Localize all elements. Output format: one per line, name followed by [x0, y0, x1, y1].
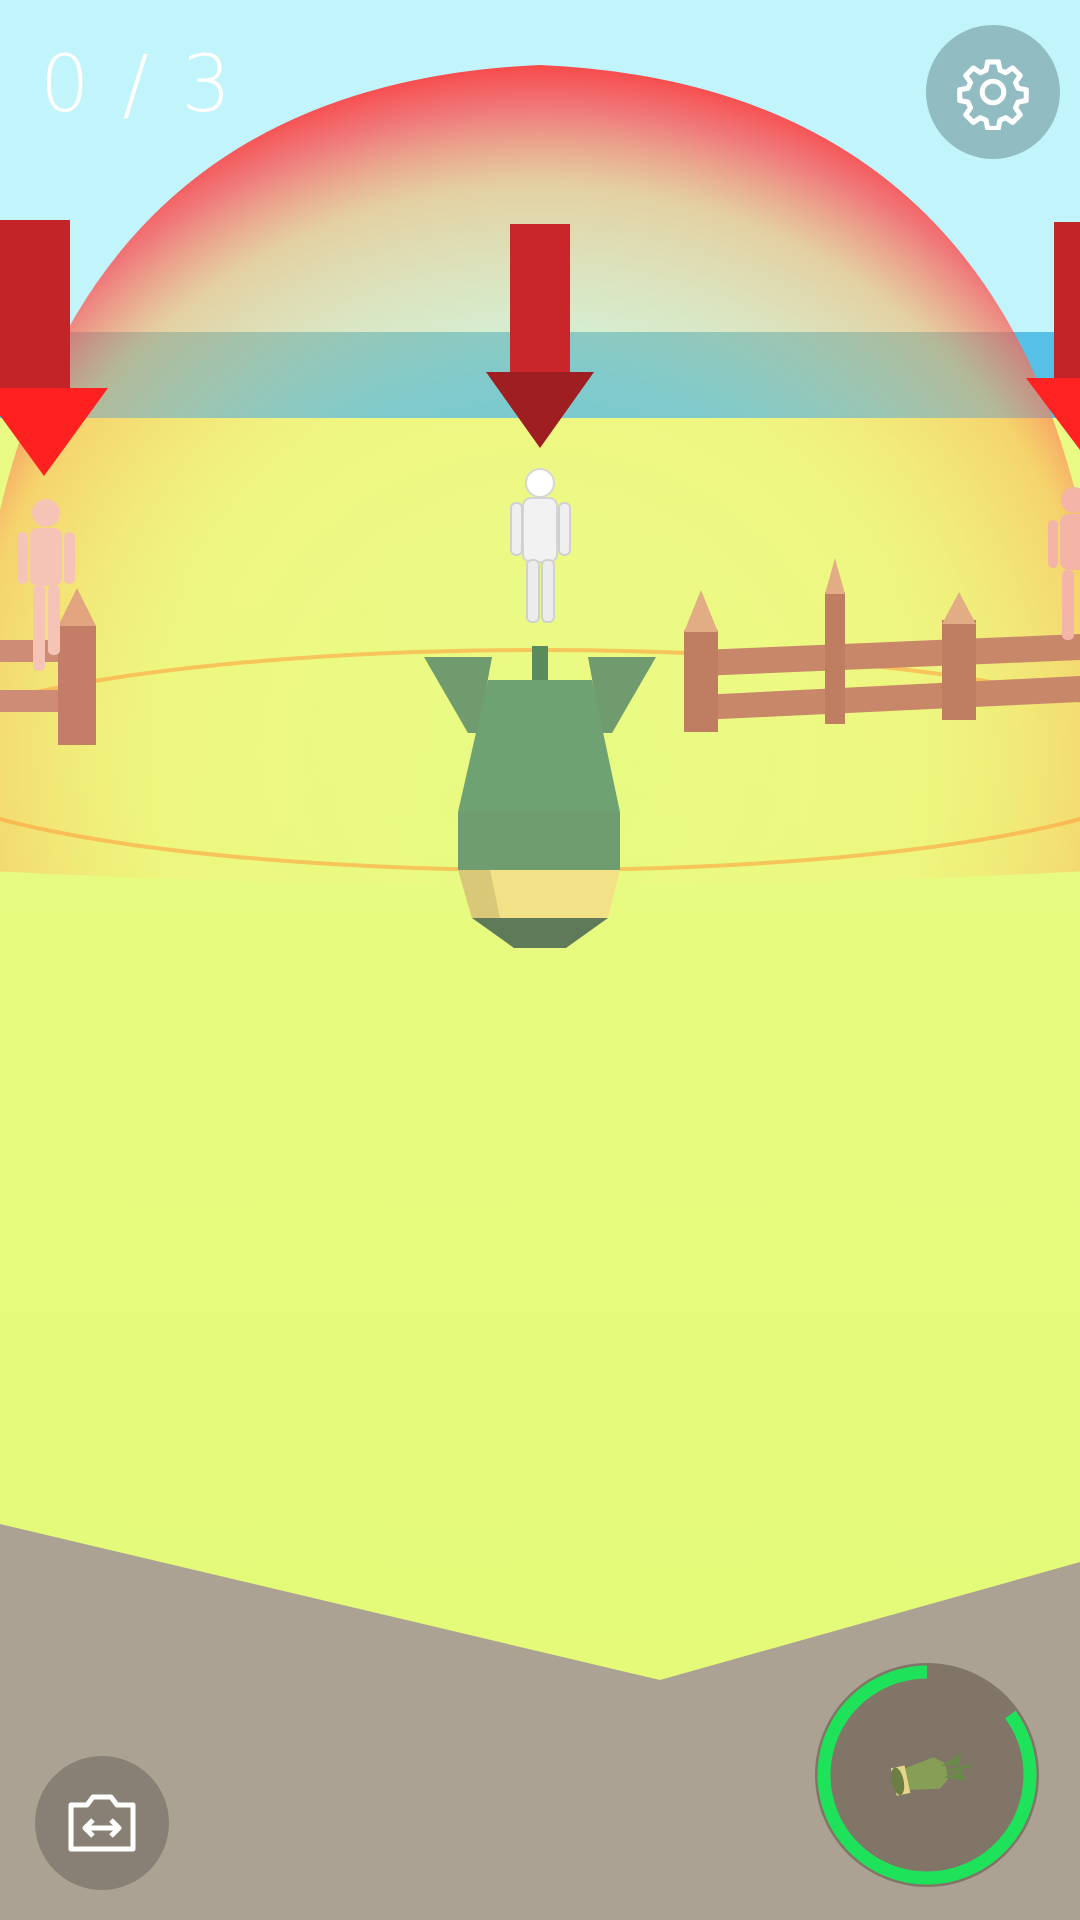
gear-icon [957, 59, 1029, 130]
game-scene [0, 0, 1080, 1920]
targets-counter: 0 / 3 [40, 40, 236, 130]
drop-bomb-button[interactable] [812, 1660, 1042, 1890]
game-viewport[interactable]: 0 / 3 [0, 0, 1080, 1920]
camera-switch-button[interactable] [35, 1756, 169, 1890]
camera-switch-icon [68, 1794, 136, 1852]
settings-button[interactable] [926, 25, 1060, 159]
